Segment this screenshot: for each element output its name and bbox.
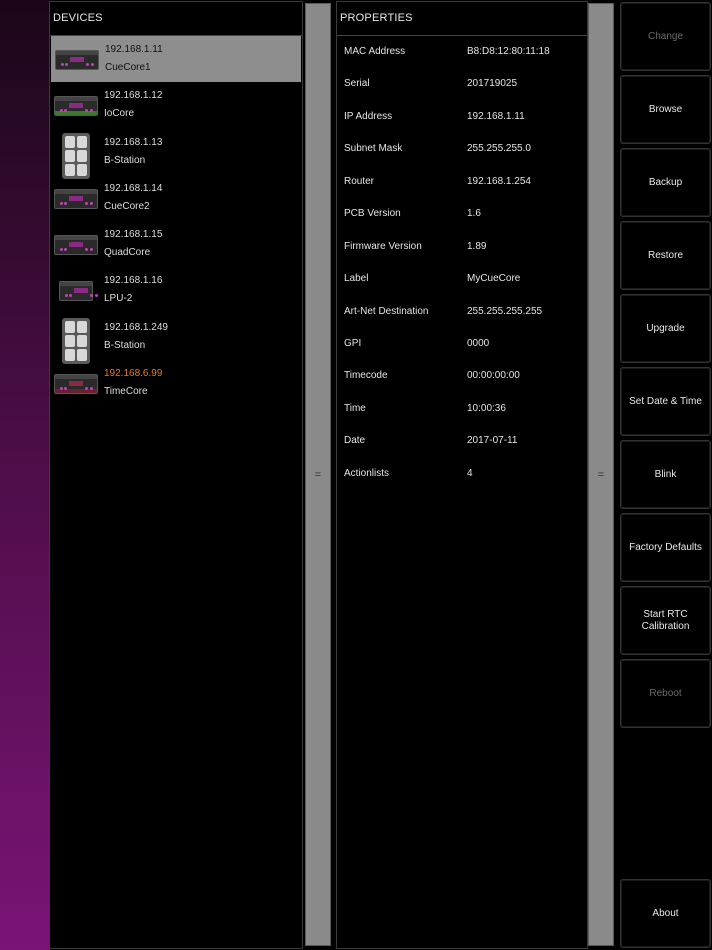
backup-button[interactable]: Backup [620, 148, 711, 217]
device-name: QuadCore [104, 247, 151, 259]
property-value: 0000 [467, 337, 490, 349]
device-item[interactable]: 192.168.6.99 TimeCore [50, 360, 302, 406]
device-ip: 192.168.1.16 [104, 275, 163, 287]
device-item[interactable]: 192.168.1.16 LPU-2 [50, 267, 302, 313]
devices-splitter[interactable]: = [305, 3, 331, 946]
devices-header: DEVICES [50, 2, 302, 36]
property-value: B8:D8:12:80:11:18 [467, 46, 550, 57]
property-value: 10:00:36 [467, 402, 506, 414]
device-name: B-Station [104, 154, 146, 166]
property-key: Art-Net Destination [344, 305, 429, 317]
property-value: 1.89 [467, 240, 487, 252]
property-key: MAC Address [344, 46, 406, 57]
property-row: Actionlists 4 [337, 458, 587, 490]
device-name: CueCore2 [104, 200, 150, 212]
property-value: 00:00:00:00 [467, 370, 520, 382]
property-key: Subnet Mask [344, 143, 403, 155]
start-rtc-label-line1: Start RTC [643, 608, 688, 620]
lpu-icon [53, 274, 99, 308]
device-ip: 192.168.1.15 [104, 229, 163, 241]
device-name: TimeCore [104, 386, 148, 398]
properties-header: PROPERTIES [337, 2, 587, 36]
bstation-icon [53, 132, 99, 179]
reboot-button[interactable]: Reboot [620, 659, 711, 728]
device-ip: 192.168.1.249 [104, 321, 168, 333]
property-value: 201719025 [467, 78, 518, 90]
property-value: 255.255.255.255 [467, 305, 543, 317]
change-button[interactable]: Change [620, 2, 711, 71]
about-button[interactable]: About [620, 879, 711, 948]
restore-button[interactable]: Restore [620, 221, 711, 290]
device-ip: 192.168.1.14 [104, 182, 163, 194]
property-row: Label MyCueCore [337, 263, 587, 295]
property-key: Actionlists [344, 467, 390, 479]
iocore-icon [53, 89, 99, 123]
property-key: Date [344, 435, 366, 447]
property-value: 255.255.255.0 [467, 143, 531, 155]
properties-splitter[interactable]: = [588, 3, 614, 946]
property-row: Serial 201719025 [337, 68, 587, 100]
property-key: IP Address [344, 110, 393, 122]
property-value: 4 [467, 467, 473, 479]
properties-list: MAC Address B8:D8:12:80:11:18 Serial 201719… [337, 36, 587, 490]
property-key: Label [344, 273, 369, 285]
property-value: 192.168.1.11 [467, 110, 525, 122]
property-row: Art-Net Destination 255.255.255.255 [337, 296, 587, 328]
upgrade-button[interactable]: Upgrade [620, 294, 711, 363]
splitter-grip-icon: = [597, 468, 605, 481]
cuecore-icon [54, 43, 100, 77]
property-key: PCB Version [344, 208, 401, 220]
property-row: Date 2017-07-11 [337, 425, 587, 457]
property-row: Router 192.168.1.254 [337, 166, 587, 198]
property-row: GPI 0000 [337, 328, 587, 360]
properties-panel: PROPERTIES MAC Address B8:D8:12:80:11:18 S… [336, 1, 588, 949]
browse-button[interactable]: Browse [620, 75, 711, 144]
property-value: 1.6 [467, 208, 481, 220]
device-item[interactable]: 192.168.1.11 CueCore1 [51, 36, 301, 83]
cuecore-icon [53, 182, 99, 216]
device-name: LPU-2 [104, 293, 133, 305]
device-item[interactable]: 192.168.1.249 B-Station [50, 314, 302, 364]
bstation-icon [53, 317, 99, 364]
factory-defaults-button[interactable]: Factory Defaults [620, 513, 711, 582]
property-value: 192.168.1.254 [467, 175, 531, 187]
device-name: CueCore1 [105, 62, 151, 73]
property-row: PCB Version 1.6 [337, 198, 587, 230]
blink-button[interactable]: Blink [620, 440, 711, 509]
device-item[interactable]: 192.168.1.13 B-Station [50, 129, 302, 179]
device-ip: 192.168.1.12 [104, 90, 163, 102]
property-value: 2017-07-11 [467, 435, 518, 447]
property-row: Timecode 00:00:00:00 [337, 360, 587, 392]
device-ip: 192.168.1.13 [104, 136, 163, 148]
property-key: Firmware Version [344, 240, 422, 252]
property-row: Time 10:00:36 [337, 393, 587, 425]
background-gradient [0, 0, 50, 950]
timecore-icon [53, 367, 99, 401]
devices-panel: DEVICES 192.168.1.11 CueCore1 192.168.1.12… [49, 1, 303, 949]
device-name: IoCore [104, 108, 135, 120]
property-key: Router [344, 175, 375, 187]
property-key: Timecode [344, 370, 388, 382]
property-row: MAC Address B8:D8:12:80:11:18 [337, 36, 587, 68]
property-row: IP Address 192.168.1.11 [337, 101, 587, 133]
property-row: Firmware Version 1.89 [337, 231, 587, 263]
property-value: MyCueCore [467, 273, 521, 285]
property-key: Time [344, 402, 366, 414]
property-key: GPI [344, 337, 362, 349]
property-key: Serial [344, 78, 370, 90]
property-row: Subnet Mask 255.255.255.0 [337, 133, 587, 165]
device-item[interactable]: 192.168.1.14 CueCore2 [50, 175, 302, 221]
start-rtc-label-line2: Calibration [641, 620, 690, 632]
quadcore-icon [53, 228, 99, 262]
splitter-grip-icon: = [314, 468, 322, 481]
device-name: B-Station [104, 339, 146, 351]
device-item[interactable]: 192.168.1.12 IoCore [50, 82, 302, 128]
device-item[interactable]: 192.168.1.15 QuadCore [50, 221, 302, 267]
set-date-time-button[interactable]: Set Date & Time [620, 367, 711, 436]
device-list: 192.168.1.11 CueCore1 192.168.1.12 IoCore 19… [50, 36, 302, 406]
device-ip: 192.168.1.11 [105, 44, 163, 55]
device-ip: 192.168.6.99 [104, 368, 163, 380]
start-rtc-calibration-button[interactable]: Start RTC Calibration [620, 586, 711, 655]
